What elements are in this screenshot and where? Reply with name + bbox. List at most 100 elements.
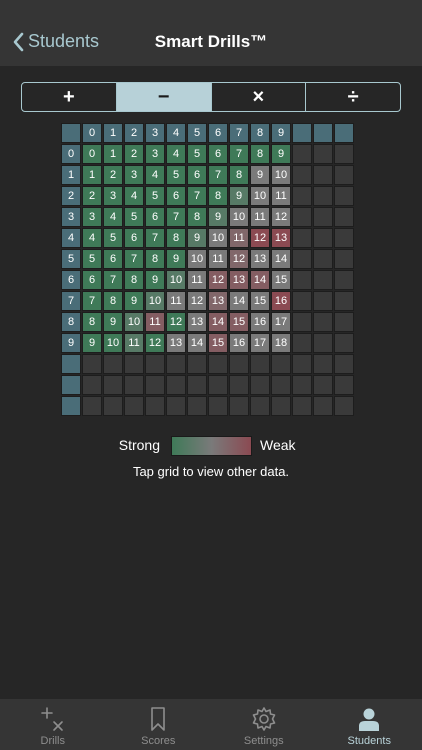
- grid-row-header[interactable]: 6: [61, 270, 81, 290]
- grid-cell[interactable]: 14: [208, 312, 228, 332]
- grid-cell[interactable]: 16: [271, 291, 291, 311]
- grid-cell[interactable]: 3: [82, 207, 102, 227]
- grid-cell[interactable]: 12: [229, 249, 249, 269]
- grid-cell-empty[interactable]: [313, 333, 333, 353]
- grid-cell-empty[interactable]: [313, 165, 333, 185]
- grid-cell[interactable]: 9: [124, 291, 144, 311]
- grid-cell[interactable]: 2: [82, 186, 102, 206]
- grid-row-header[interactable]: [61, 396, 81, 416]
- grid-cell[interactable]: 8: [124, 270, 144, 290]
- grid-cell[interactable]: 16: [250, 312, 270, 332]
- grid-cell-empty[interactable]: [313, 186, 333, 206]
- grid-cell[interactable]: 4: [124, 186, 144, 206]
- grid-cell-empty[interactable]: [145, 354, 165, 374]
- grid-cell[interactable]: 8: [82, 312, 102, 332]
- grid-row-header[interactable]: 7: [61, 291, 81, 311]
- grid-cell[interactable]: 15: [229, 312, 249, 332]
- grid-cell-empty[interactable]: [292, 165, 312, 185]
- grid-cell-empty[interactable]: [271, 375, 291, 395]
- grid-cell[interactable]: 11: [145, 312, 165, 332]
- grid-cell-empty[interactable]: [313, 396, 333, 416]
- grid-cell[interactable]: 12: [250, 228, 270, 248]
- grid-col-header[interactable]: 8: [250, 123, 270, 143]
- grid-col-header[interactable]: 3: [145, 123, 165, 143]
- grid-cell[interactable]: 6: [187, 165, 207, 185]
- grid-row-header[interactable]: 2: [61, 186, 81, 206]
- grid-cell-empty[interactable]: [292, 186, 312, 206]
- grid-cell-empty[interactable]: [292, 207, 312, 227]
- grid-cell[interactable]: 3: [124, 165, 144, 185]
- grid-cell[interactable]: 6: [145, 207, 165, 227]
- grid-cell[interactable]: 12: [166, 312, 186, 332]
- grid-col-header[interactable]: 5: [187, 123, 207, 143]
- grid-cell[interactable]: 9: [82, 333, 102, 353]
- grid-cell[interactable]: 10: [208, 228, 228, 248]
- grid-cell[interactable]: 6: [124, 228, 144, 248]
- grid-cell[interactable]: 11: [187, 270, 207, 290]
- grid-cell[interactable]: 14: [187, 333, 207, 353]
- grid-cell-empty[interactable]: [313, 228, 333, 248]
- grid-cell-empty[interactable]: [334, 354, 354, 374]
- grid-cell[interactable]: 5: [103, 228, 123, 248]
- grid-cell-empty[interactable]: [124, 396, 144, 416]
- grid-cell[interactable]: 9: [208, 207, 228, 227]
- grid-cell-empty[interactable]: [334, 291, 354, 311]
- grid-cell-empty[interactable]: [145, 396, 165, 416]
- grid-cell[interactable]: 11: [208, 249, 228, 269]
- tab-scores[interactable]: Scores: [106, 699, 212, 750]
- grid-cell-empty[interactable]: [250, 375, 270, 395]
- grid-cell[interactable]: 9: [145, 270, 165, 290]
- grid-cell[interactable]: 2: [103, 165, 123, 185]
- grid-cell[interactable]: 12: [187, 291, 207, 311]
- grid-cell[interactable]: 9: [271, 144, 291, 164]
- grid-cell-empty[interactable]: [292, 333, 312, 353]
- grid-cell-empty[interactable]: [166, 354, 186, 374]
- grid-cell-empty[interactable]: [292, 354, 312, 374]
- grid-cell[interactable]: 10: [250, 186, 270, 206]
- grid-col-header[interactable]: 7: [229, 123, 249, 143]
- grid-cell[interactable]: 18: [271, 333, 291, 353]
- grid-cell-empty[interactable]: [250, 354, 270, 374]
- grid-cell-empty[interactable]: [187, 396, 207, 416]
- grid-cell[interactable]: 11: [250, 207, 270, 227]
- grid-cell[interactable]: 3: [103, 186, 123, 206]
- grid-cell[interactable]: 9: [103, 312, 123, 332]
- grid-cell[interactable]: 9: [250, 165, 270, 185]
- grid-cell[interactable]: 10: [229, 207, 249, 227]
- grid-row-header[interactable]: 4: [61, 228, 81, 248]
- grid-cell[interactable]: 1: [103, 144, 123, 164]
- grid-cell-empty[interactable]: [292, 312, 312, 332]
- facts-grid[interactable]: 0123456789012345678901234567891234567891…: [61, 123, 355, 417]
- grid-cell-empty[interactable]: [187, 354, 207, 374]
- grid-cell[interactable]: 8: [208, 186, 228, 206]
- grid-cell[interactable]: 9: [187, 228, 207, 248]
- grid-cell[interactable]: 8: [145, 249, 165, 269]
- grid-cell-empty[interactable]: [208, 354, 228, 374]
- grid-col-header[interactable]: 4: [166, 123, 186, 143]
- grid-cell[interactable]: 8: [229, 165, 249, 185]
- grid-cell-empty[interactable]: [313, 144, 333, 164]
- grid-cell-empty[interactable]: [313, 354, 333, 374]
- grid-col-header[interactable]: 2: [124, 123, 144, 143]
- grid-cell-empty[interactable]: [187, 375, 207, 395]
- grid-cell-empty[interactable]: [292, 249, 312, 269]
- grid-cell[interactable]: 10: [124, 312, 144, 332]
- grid-cell-empty[interactable]: [313, 375, 333, 395]
- grid-cell[interactable]: 12: [271, 207, 291, 227]
- grid-cell[interactable]: 10: [271, 165, 291, 185]
- grid-cell-empty[interactable]: [208, 396, 228, 416]
- grid-cell-empty[interactable]: [82, 375, 102, 395]
- grid-col-header[interactable]: 6: [208, 123, 228, 143]
- grid-cell[interactable]: 9: [166, 249, 186, 269]
- grid-cell[interactable]: 3: [145, 144, 165, 164]
- grid-cell-empty[interactable]: [334, 333, 354, 353]
- grid-cell[interactable]: 4: [82, 228, 102, 248]
- grid-row-header[interactable]: [61, 354, 81, 374]
- grid-cell-empty[interactable]: [334, 186, 354, 206]
- grid-col-header[interactable]: [334, 123, 354, 143]
- grid-cell-empty[interactable]: [208, 375, 228, 395]
- grid-cell-empty[interactable]: [292, 375, 312, 395]
- grid-row-header[interactable]: 0: [61, 144, 81, 164]
- grid-cell[interactable]: 8: [187, 207, 207, 227]
- grid-row-header[interactable]: [61, 375, 81, 395]
